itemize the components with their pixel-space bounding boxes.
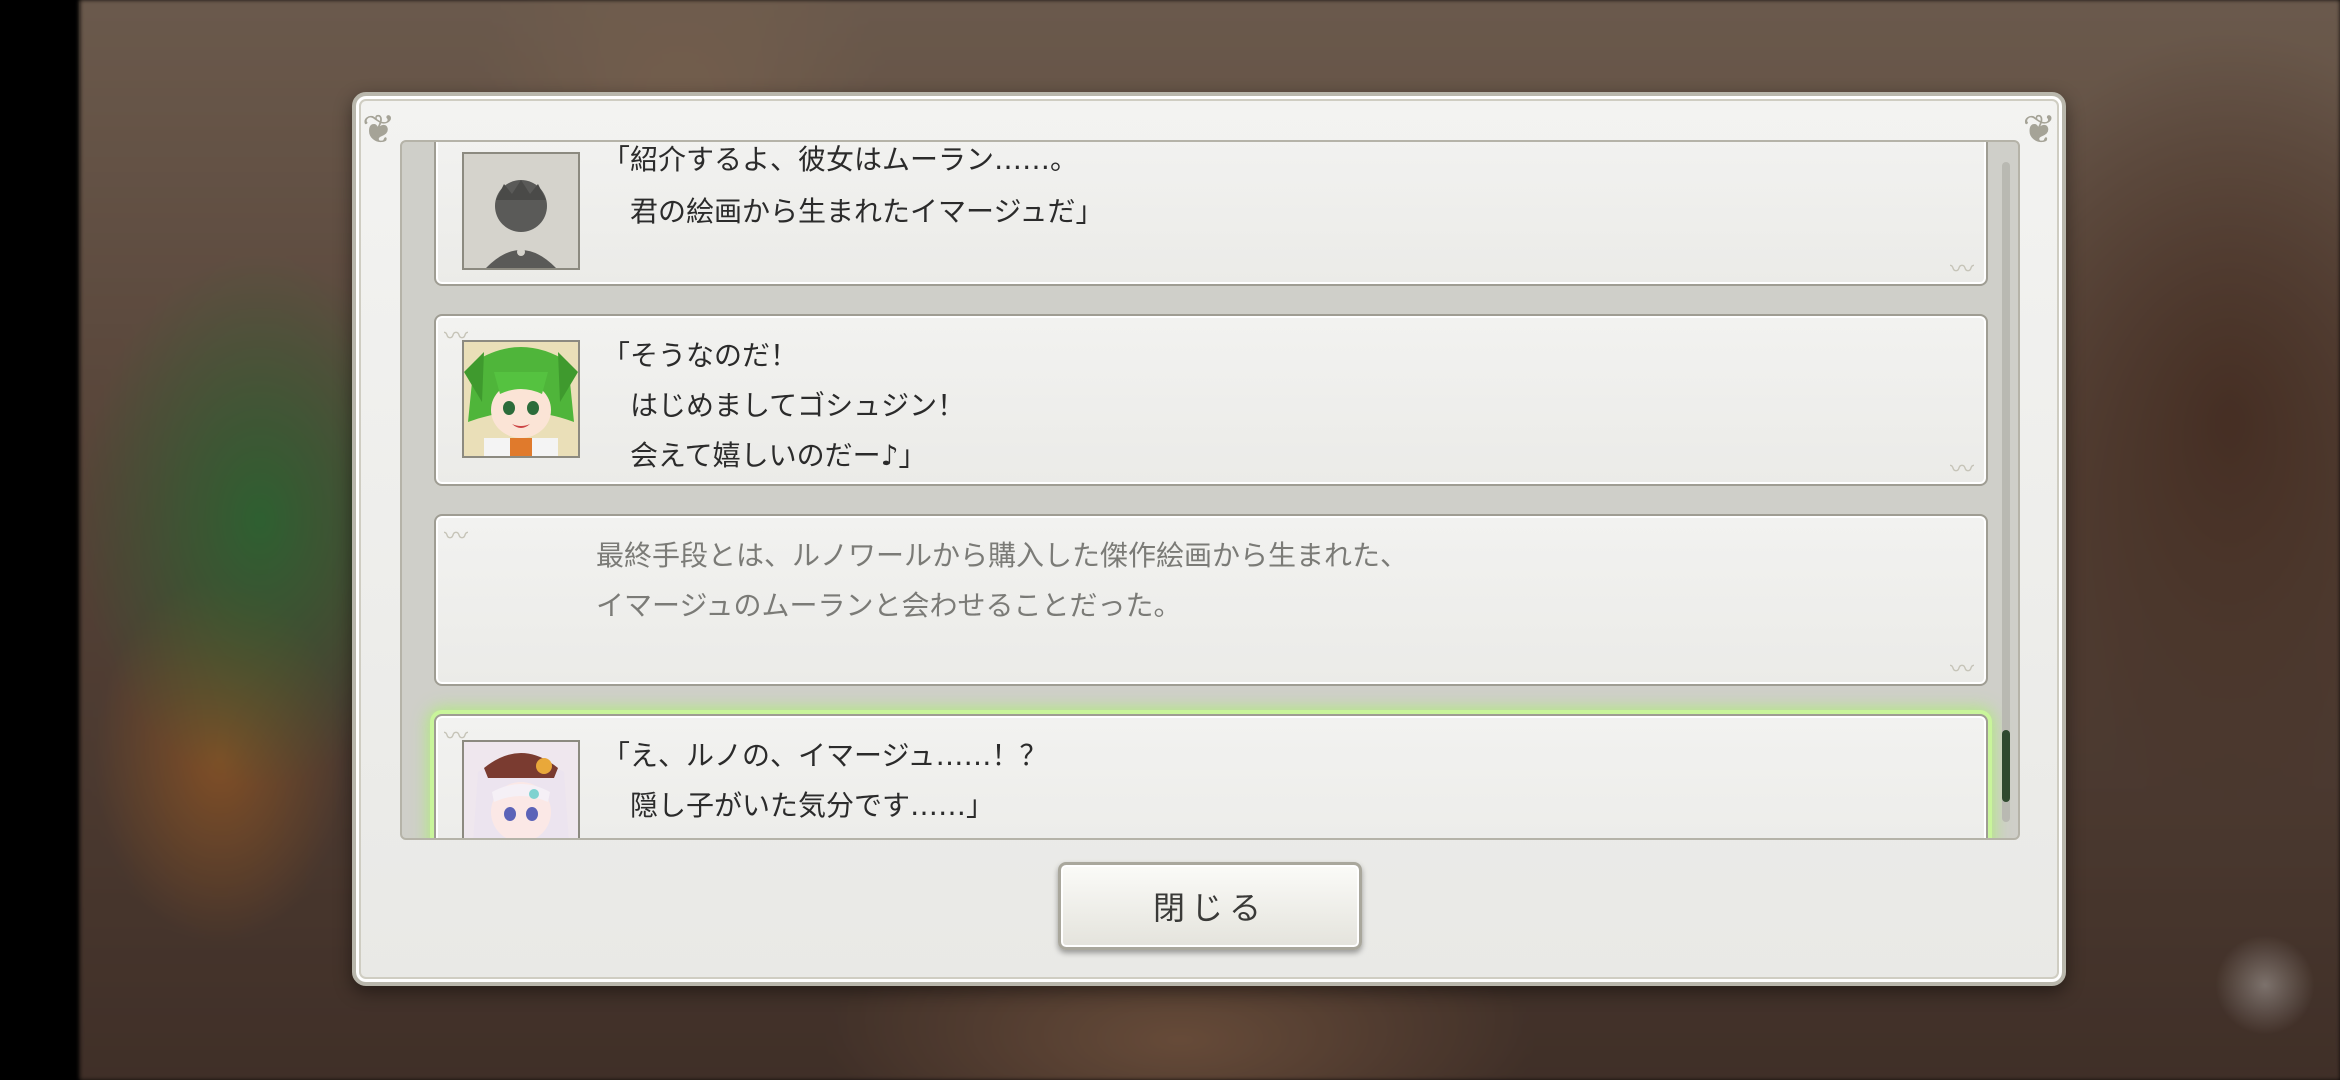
- left-black-bar: [0, 0, 80, 1080]
- flourish-ornament-icon: 〰: [444, 522, 468, 550]
- log-entry-line: 君の絵画から生まれたイマージュだ」: [602, 195, 1104, 228]
- log-entry-line: はじめましてゴシュジン！: [602, 389, 966, 422]
- log-entry-line: 隠し子がいた気分です……」: [602, 789, 995, 822]
- flourish-ornament-icon: 〰: [1950, 655, 1974, 683]
- log-entry-current: 〰 「え、ルノの、イマージュ……！？ 隠し子がいた気分です……」: [434, 714, 1988, 838]
- log-entry-line: 「そうなのだ！: [602, 339, 799, 372]
- scrollbar-thumb[interactable]: [2002, 730, 2010, 802]
- green-hair-girl-portrait-icon: [462, 340, 580, 458]
- log-entry: 〰 「そうなのだ！ はじめましてゴシュジン！ 会えて嬉しいのだー♪」 〰: [434, 314, 1988, 486]
- log-entry: 「紹介するよ、彼女はムーラン……。 君の絵画から生まれたイマージュだ」 〰: [434, 142, 1988, 286]
- backlog-scroll-area[interactable]: 「紹介するよ、彼女はムーラン……。 君の絵画から生まれたイマージュだ」 〰 〰 …: [400, 140, 2020, 840]
- scrollbar[interactable]: [2002, 162, 2010, 822]
- log-entry-line: 会えて嬉しいのだー♪」: [602, 439, 927, 472]
- narration-line: 最終手段とは、ルノワールから購入した傑作絵画から生まれた、: [596, 539, 1409, 572]
- flourish-ornament-icon: 〰: [1950, 455, 1974, 483]
- flourish-ornament-icon: 〰: [1950, 255, 1974, 283]
- close-button[interactable]: 閉じる: [1058, 862, 1362, 950]
- log-entry-line: 「え、ルノの、イマージュ……！？: [602, 739, 1048, 772]
- log-entry-narration: 〰 最終手段とは、ルノワールから購入した傑作絵画から生まれた、 イマージュのムー…: [434, 514, 1988, 686]
- floating-orb-icon: [2215, 935, 2315, 1035]
- silhouette-boy-portrait-icon: [462, 152, 580, 270]
- narration-line: イマージュのムーランと会わせることだった。: [596, 589, 1182, 622]
- log-entry-line: 「紹介するよ、彼女はムーラン……。: [602, 143, 1079, 176]
- white-hair-girl-portrait-icon: [462, 740, 580, 838]
